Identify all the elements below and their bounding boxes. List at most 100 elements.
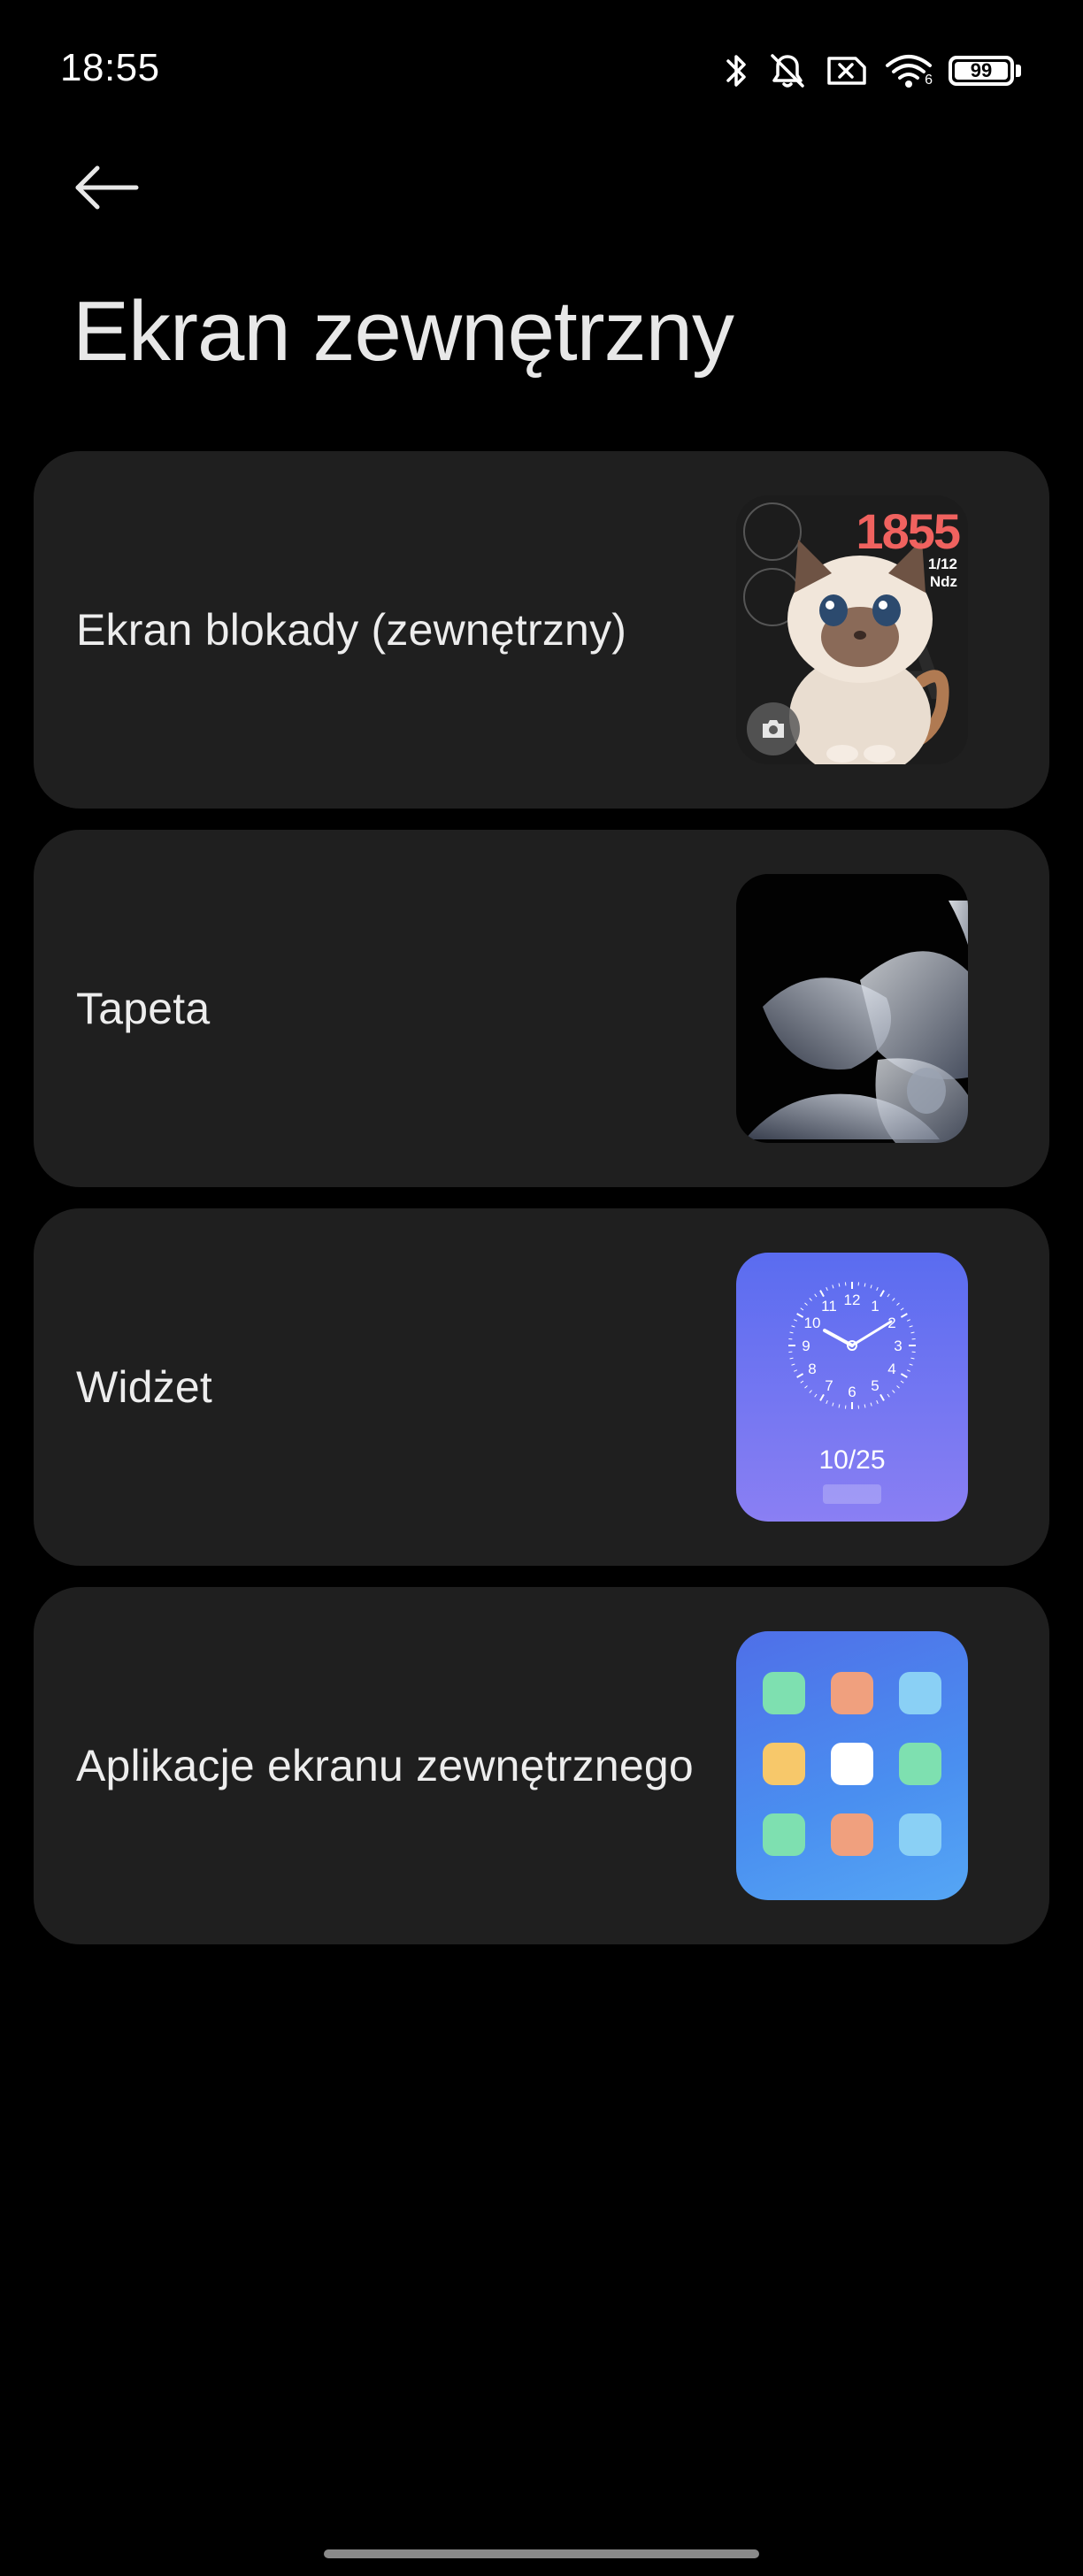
clock-tick	[800, 1307, 804, 1311]
status-icons: 6 99	[723, 44, 1021, 97]
clock-tick	[906, 1319, 910, 1322]
clock-tick	[909, 1363, 913, 1366]
clock-tick	[879, 1290, 885, 1298]
flower-image	[745, 901, 968, 1143]
clock-number: 12	[844, 1292, 861, 1308]
clock-tick	[794, 1319, 798, 1322]
page-title: Ekran zewnętrzny	[73, 284, 734, 379]
clock-tick	[892, 1390, 895, 1393]
clock-tick	[800, 1380, 804, 1384]
wallpaper-preview	[736, 874, 968, 1143]
clock-number: 7	[825, 1377, 833, 1394]
apps-preview	[736, 1631, 968, 1900]
lock-screen-preview: A 1855 1/12 Ndz	[736, 495, 968, 764]
clock-tick	[804, 1302, 808, 1306]
clock-number: 1	[871, 1298, 879, 1315]
clock-tick	[876, 1287, 879, 1292]
clock-tick	[826, 1287, 828, 1292]
clock-tick	[900, 1307, 904, 1311]
wifi-icon: 6	[884, 51, 933, 90]
clock-number: 8	[808, 1361, 816, 1377]
clock-tick	[814, 1393, 818, 1398]
battery-level: 99	[970, 59, 993, 81]
clock-tick	[887, 1293, 890, 1298]
clock-tick	[796, 1373, 804, 1378]
clock-tick	[909, 1325, 913, 1328]
clock-tick	[896, 1302, 900, 1306]
clock-tick	[876, 1399, 879, 1404]
lock-preview-day: Ndz	[929, 573, 957, 590]
clock-tick	[819, 1290, 825, 1298]
external-apps-label: Aplikacje ekranu zewnętrznego	[76, 1741, 694, 1790]
clock-tick	[819, 1393, 825, 1401]
app-tile-icon	[831, 1813, 873, 1856]
home-indicator[interactable]	[324, 2549, 759, 2558]
clock-tick	[814, 1293, 818, 1298]
app-tile-icon	[899, 1813, 941, 1856]
lock-preview-date: 1/12	[927, 556, 957, 572]
widget-page-indicator	[823, 1484, 881, 1504]
clock-tick	[864, 1283, 866, 1287]
clock-tick	[804, 1385, 808, 1389]
clock-tick	[910, 1331, 915, 1334]
clock-number: 5	[871, 1377, 879, 1394]
clock-tick	[879, 1393, 885, 1401]
back-button[interactable]	[71, 159, 150, 221]
clock-tick	[900, 1373, 908, 1378]
lock-screen-label: Ekran blokady (zewnętrzny)	[76, 605, 627, 655]
clock-tick	[796, 1313, 804, 1318]
app-tile-icon	[831, 1672, 873, 1714]
clock-tick	[809, 1390, 812, 1393]
bluetooth-icon	[723, 50, 749, 91]
status-time: 18:55	[60, 46, 160, 89]
clock-tick	[864, 1404, 866, 1408]
clock-tick	[900, 1313, 908, 1318]
lock-preview-time: 1855	[856, 503, 961, 559]
clock-tick	[789, 1331, 794, 1334]
clock-number: 3	[894, 1338, 902, 1354]
clock-tick	[838, 1283, 841, 1287]
clock-tick	[892, 1298, 895, 1301]
clock-tick	[794, 1369, 798, 1372]
app-grid	[763, 1672, 941, 1856]
clock-tick	[900, 1380, 904, 1384]
external-apps-card[interactable]: Aplikacje ekranu zewnętrznego	[34, 1587, 1049, 1944]
clock-tick	[789, 1357, 794, 1360]
clock-number: 6	[848, 1384, 856, 1400]
clock-tick	[791, 1325, 795, 1328]
widget-preview-date: 10/25	[818, 1445, 886, 1475]
clock-tick	[838, 1404, 841, 1408]
wallpaper-card[interactable]: Tapeta	[34, 830, 1049, 1187]
widget-preview: 12 1 2 3 4 5 6 7 8 9 10 11 10/25	[736, 1253, 968, 1522]
camera-icon	[747, 702, 800, 755]
clock-tick	[791, 1363, 795, 1366]
widget-card[interactable]: Widżet 12 1 2 3 4 5 6 7 8 9 10 11 10/25	[34, 1208, 1049, 1566]
clock-tick	[870, 1402, 872, 1407]
clock-number: 9	[802, 1338, 810, 1354]
wallpaper-label: Tapeta	[76, 984, 211, 1033]
analog-clock-icon: 12 1234567891011	[788, 1282, 916, 1409]
lock-screen-card[interactable]: Ekran blokady (zewnętrzny) A 1855 1/12 N…	[34, 451, 1049, 809]
clock-tick	[826, 1399, 828, 1404]
clock-number: 4	[887, 1361, 895, 1377]
app-tile-icon	[899, 1672, 941, 1714]
clock-number: 10	[804, 1315, 821, 1331]
mute-icon	[765, 50, 810, 91]
app-tile-icon	[831, 1743, 873, 1785]
battery-icon: 99	[949, 56, 1021, 86]
clock-tick	[896, 1385, 900, 1389]
app-tile-icon	[763, 1672, 805, 1714]
clock-tick	[809, 1298, 812, 1301]
app-tile-icon	[763, 1743, 805, 1785]
status-bar: 18:55 6 99	[0, 0, 1083, 142]
clock-number: 11	[821, 1298, 837, 1315]
arrow-left-icon	[75, 165, 139, 210]
app-tile-icon	[899, 1743, 941, 1785]
clock-tick	[870, 1284, 872, 1289]
wifi-standard-label: 6	[925, 73, 933, 88]
widget-label: Widżet	[76, 1362, 213, 1412]
no-sim-icon	[826, 53, 868, 88]
clock-tick	[887, 1393, 890, 1398]
clock-tick	[910, 1357, 915, 1360]
clock-minute-hand	[850, 1320, 893, 1347]
